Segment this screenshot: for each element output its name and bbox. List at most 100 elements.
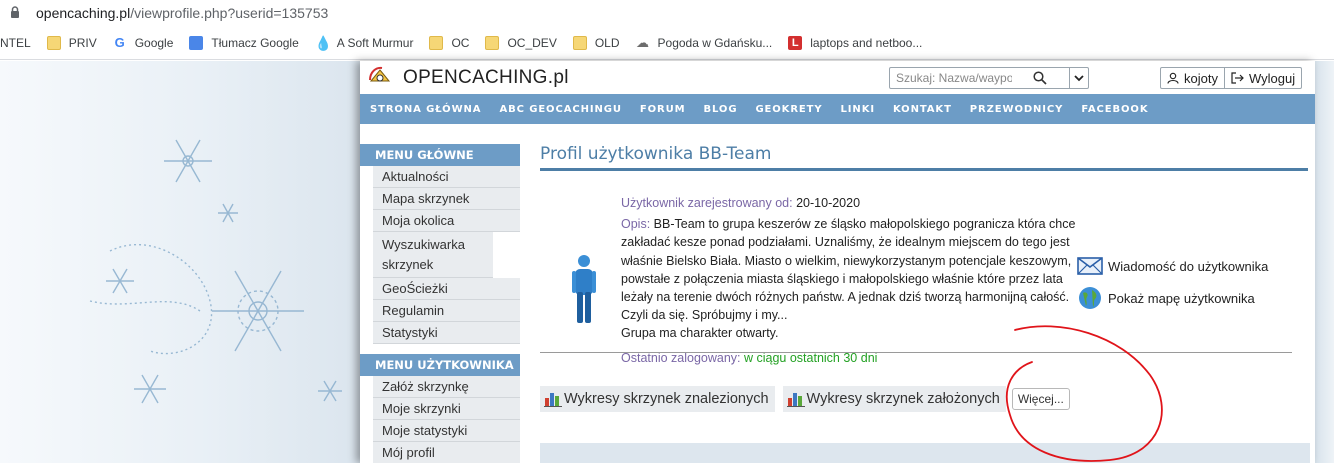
nav-geokrety[interactable]: GEOKRETY (755, 104, 822, 115)
user-menu-heading: MENU UŻYTKOWNIKA (360, 354, 520, 376)
bookmark-soft-murmur[interactable]: 💧 A Soft Murmur (307, 30, 422, 56)
bar-chart-icon (786, 393, 805, 407)
show-user-map-link[interactable]: Pokaż mapę użytkownika (1076, 284, 1268, 312)
bookmark-label: OC (451, 35, 470, 50)
sidebar-item-nearby[interactable]: Moja okolica (373, 210, 520, 232)
bookmark-label: PRIV (68, 35, 97, 50)
sidebar-item-stats[interactable]: Statystyki (373, 322, 520, 344)
nav-abc[interactable]: ABC GEOCACHINGU (499, 104, 621, 115)
description-row: Opis: BB-Team to grupa keszerów ze śląsk… (621, 215, 1076, 324)
sidebar-item-my-caches[interactable]: Moje skrzynki (373, 398, 520, 420)
page-title: Profil użytkownika BB-Team (540, 144, 1308, 171)
sidebar-item-news[interactable]: Aktualności (373, 166, 520, 188)
nav-forum[interactable]: FORUM (640, 104, 686, 115)
url-path: /viewprofile.php?userid=135753 (130, 5, 329, 21)
menu-gap (360, 344, 520, 354)
user-name: kojoty (1184, 70, 1218, 86)
profile-info: Użytkownik zarejestrowany od: 20-10-2020… (621, 194, 1076, 367)
main-menu-heading: MENU GŁÓWNE (360, 144, 520, 166)
logout-label: Wyloguj (1248, 70, 1296, 86)
description-text: BB-Team to grupa keszerów ze śląsko mało… (621, 217, 1076, 323)
bookmark-oc[interactable]: OC (421, 30, 477, 56)
translate-icon (189, 35, 204, 50)
bookmark-label: Google (134, 35, 174, 50)
registered-value: 20-10-2020 (796, 196, 861, 210)
nav-links[interactable]: LINKI (841, 104, 875, 115)
sidebar-item-my-stats[interactable]: Moje statystyki (373, 420, 520, 442)
folder-icon (46, 35, 61, 50)
sidebar: MENU GŁÓWNE Aktualności Mapa skrzynek Mo… (360, 144, 520, 463)
bottom-section-header (540, 443, 1310, 463)
sidebar-item-create-cache[interactable]: Załóż skrzynkę (373, 376, 520, 398)
user-profile-button[interactable]: kojoty (1161, 68, 1224, 88)
opencaching-logo-icon[interactable] (368, 66, 392, 88)
search-icon (1033, 71, 1047, 85)
bookmark-priv[interactable]: PRIV (39, 30, 105, 56)
description-label: Opis: (621, 217, 651, 232)
logout-icon (1231, 72, 1244, 84)
tab-created-caches-charts[interactable]: Wykresy skrzynek założonych (782, 386, 1006, 412)
url-host: opencaching.pl (36, 5, 131, 21)
nav-home[interactable]: STRONA GŁÓWNA (370, 104, 481, 115)
site-logo-text[interactable]: OPENCACHING.pl (403, 67, 569, 89)
sidebar-item-map[interactable]: Mapa skrzynek (373, 188, 520, 210)
bookmark-label: OC_DEV (507, 35, 557, 50)
envelope-icon (1076, 254, 1104, 278)
address-bar[interactable]: opencaching.pl/viewprofile.php?userid=13… (0, 0, 1334, 26)
background-decoration (0, 61, 362, 463)
bookmark-laptops[interactable]: Llaptops and netboo... (780, 30, 930, 56)
folder-icon (485, 35, 500, 50)
l-icon: L (788, 35, 803, 50)
bookmark-translate[interactable]: Tłumacz Google (181, 30, 306, 56)
search-input[interactable] (890, 68, 1012, 88)
tab-label: Wykresy skrzynek założonych (806, 391, 1000, 407)
user-avatar-icon (572, 255, 596, 323)
search-dropdown-button[interactable] (1068, 68, 1089, 88)
registered-row: Użytkownik zarejestrowany od: 20-10-2020 (621, 194, 1076, 212)
description-extra: Grupa ma charakter otwarty. (621, 326, 779, 341)
bookmark-old[interactable]: OLD (565, 30, 628, 56)
search-box (889, 67, 1089, 89)
sidebar-item-rules[interactable]: Regulamin (373, 300, 520, 322)
more-button[interactable]: Więcej... (1011, 388, 1070, 410)
user-icon (1167, 72, 1179, 84)
bookmark-label: A Soft Murmur (336, 35, 414, 50)
globe-icon (1076, 286, 1104, 310)
background-right-strip (1315, 61, 1334, 463)
sidebar-item-geopaths[interactable]: GeoŚcieżki (373, 278, 520, 300)
site-frame: OPENCACHING.pl kojoty Wyloguj STRONA GŁÓ… (360, 61, 1315, 463)
google-icon: G (114, 34, 125, 50)
bookmarks-bar: NTEL PRIV G Google Tłumacz Google 💧 A Soft… (0, 26, 1334, 60)
registered-label: Użytkownik zarejestrowany od: (621, 196, 793, 210)
profile-divider (540, 352, 1292, 353)
bookmark-google[interactable]: G Google (105, 30, 182, 56)
profile-section: Użytkownik zarejestrowany od: 20-10-2020… (540, 171, 1310, 365)
lock-icon (10, 5, 32, 21)
bookmark-oc-dev[interactable]: OC_DEV (477, 30, 564, 56)
nav-facebook[interactable]: FACEBOOK (1081, 104, 1148, 115)
folder-icon (429, 35, 444, 50)
sidebar-item-my-profile[interactable]: Mój profil (373, 442, 520, 463)
nav-contact[interactable]: KONTAKT (893, 104, 952, 115)
tab-label: Wykresy skrzynek znalezionych (564, 391, 769, 407)
tab-found-caches-charts[interactable]: Wykresy skrzynek znalezionych (540, 386, 775, 412)
url-text: opencaching.pl/viewprofile.php?userid=13… (36, 5, 328, 21)
bar-chart-icon (544, 393, 562, 407)
show-user-map-label: Pokaż mapę użytkownika (1108, 290, 1255, 306)
bookmark-label: OLD (594, 35, 620, 50)
bookmark-label: Pogoda w Gdańsku... (657, 35, 773, 50)
drop-icon: 💧 (314, 34, 333, 51)
bookmark-label: NTEL (0, 35, 31, 50)
search-button[interactable] (1012, 68, 1069, 88)
bookmark-weather[interactable]: ☁ Pogoda w Gdańsku... (628, 30, 781, 56)
logout-button[interactable]: Wyloguj (1223, 68, 1301, 88)
cloud-icon: ☁ (636, 34, 650, 50)
send-message-link[interactable]: Wiadomość do użytkownika (1076, 252, 1268, 280)
bookmark-ntel[interactable]: NTEL (0, 30, 39, 56)
snowflakes-decoration (89, 139, 342, 404)
sidebar-item-search[interactable]: Wyszukiwarka skrzynek (373, 232, 493, 278)
folder-icon (572, 35, 587, 50)
user-buttons: kojoty Wyloguj (1160, 67, 1303, 89)
nav-guides[interactable]: PRZEWODNICY (970, 104, 1064, 115)
nav-blog[interactable]: BLOG (703, 104, 737, 115)
